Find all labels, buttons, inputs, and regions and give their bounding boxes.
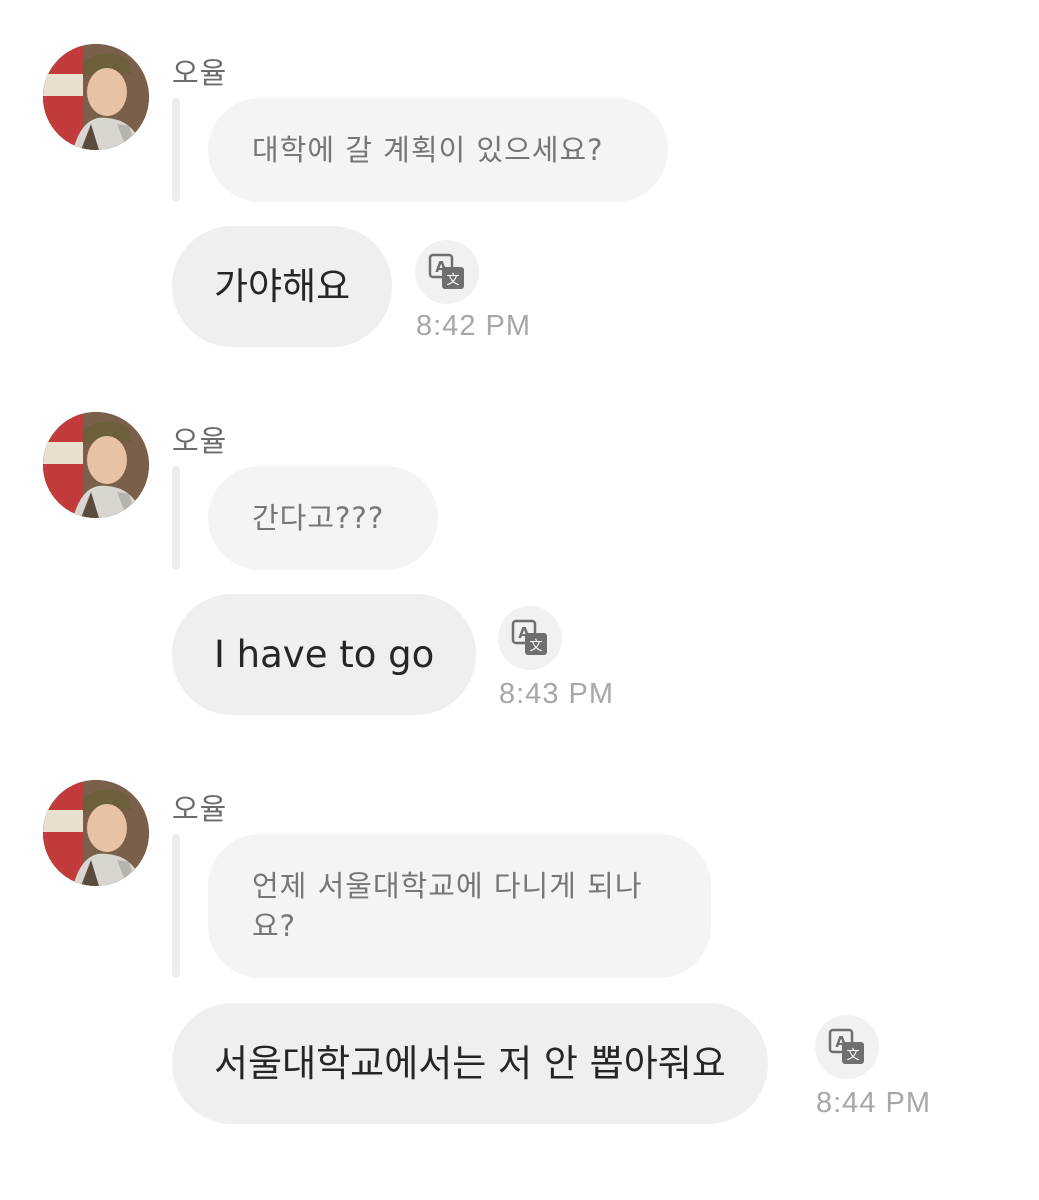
sender-name: 오율 — [172, 56, 228, 90]
quoted-line: 언제 서울대학교에 다니게 되나 — [252, 869, 643, 903]
translate-icon: A 文 — [511, 619, 547, 655]
svg-text:文: 文 — [529, 639, 542, 654]
translate-icon: A 文 — [828, 1028, 864, 1064]
message-timestamp: 8:42 PM — [416, 310, 531, 342]
svg-text:文: 文 — [846, 1048, 859, 1063]
sender-name: 오율 — [172, 424, 228, 458]
avatar[interactable] — [43, 44, 149, 150]
profile-photo-icon — [43, 412, 149, 518]
translate-button[interactable]: A 文 — [415, 240, 479, 304]
reply-indicator — [172, 834, 180, 978]
message-timestamp: 8:44 PM — [816, 1087, 931, 1119]
profile-photo-icon — [43, 780, 149, 886]
quoted-line: 요? — [252, 909, 297, 943]
quoted-message[interactable]: 대학에 갈 계획이 있으세요? — [208, 98, 668, 202]
message-timestamp: 8:43 PM — [499, 678, 614, 710]
translate-icon: A 文 — [428, 253, 464, 289]
message-bubble[interactable]: 가야해요 — [172, 226, 393, 347]
quoted-message[interactable]: 간다고??? — [208, 466, 438, 570]
translate-button[interactable]: A 文 — [815, 1015, 879, 1079]
avatar[interactable] — [43, 412, 149, 518]
message-bubble[interactable]: 서울대학교에서는 저 안 뽑아줘요 — [172, 1003, 768, 1124]
translate-button[interactable]: A 文 — [498, 606, 562, 670]
sender-name: 오율 — [172, 792, 228, 826]
quoted-message[interactable]: 언제 서울대학교에 다니게 되나 요? — [208, 834, 711, 978]
message-bubble[interactable]: I have to go — [172, 594, 477, 715]
reply-indicator — [172, 466, 180, 570]
reply-indicator — [172, 98, 180, 202]
avatar[interactable] — [43, 780, 149, 886]
profile-photo-icon — [43, 44, 149, 150]
svg-text:文: 文 — [446, 273, 459, 288]
